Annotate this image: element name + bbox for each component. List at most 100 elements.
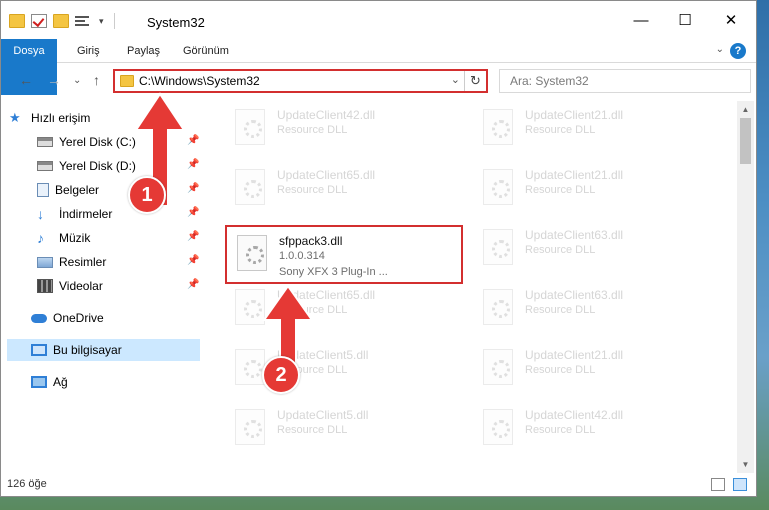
file-name: UpdateClient65.dll — [277, 168, 376, 182]
network-icon — [31, 376, 47, 388]
sidebar-item-label: Hızlı erişim — [31, 111, 91, 125]
search-box[interactable] — [499, 69, 751, 93]
folder-icon[interactable] — [9, 14, 25, 28]
folder-icon — [120, 75, 134, 87]
pin-icon[interactable]: 📌 — [187, 231, 199, 242]
status-bar: 126 öğe — [1, 473, 756, 497]
back-button[interactable]: ← — [19, 72, 33, 88]
recent-locations-button[interactable]: ⌄ — [73, 75, 81, 86]
computer-icon — [31, 344, 47, 356]
sidebar-item-label: OneDrive — [53, 311, 104, 325]
file-item-sfppack3[interactable]: sfppack3.dll 1.0.0.314 Sony XFX 3 Plug-I… — [225, 225, 463, 284]
sidebar-item-label: Yerel Disk (D:) — [59, 159, 136, 173]
tab-home[interactable]: Giriş — [67, 39, 110, 63]
file-type: Resource DLL — [277, 184, 348, 196]
sidebar-item-label: Videolar — [59, 279, 103, 293]
star-icon: ★ — [9, 110, 21, 125]
file-item[interactable]: UpdateClient21.dll Resource DLL — [473, 341, 713, 397]
help-icon[interactable]: ? — [730, 43, 746, 59]
dll-file-icon — [235, 109, 265, 145]
scroll-thumb[interactable] — [740, 118, 751, 164]
qat-divider — [113, 13, 115, 29]
sidebar-item-label: Belgeler — [55, 183, 100, 197]
window-title: System32 — [147, 15, 205, 30]
address-path[interactable]: C:\Windows\System32 — [139, 74, 260, 88]
sidebar-item-this-pc[interactable]: Bu bilgisayar — [7, 339, 200, 361]
sidebar-item-label: Müzik — [59, 231, 91, 245]
video-icon — [37, 279, 53, 293]
sidebar-item-pictures[interactable]: Resimler 📌 — [37, 251, 207, 273]
drive-icon — [37, 161, 53, 171]
file-type: Resource DLL — [525, 124, 596, 136]
file-item[interactable]: UpdateClient63.dll Resource DLL — [473, 221, 713, 277]
file-type: Resource DLL — [525, 304, 596, 316]
dll-file-icon — [235, 409, 265, 445]
file-name: UpdateClient21.dll — [525, 108, 624, 122]
music-icon: ♪ — [37, 230, 44, 246]
sidebar-item-onedrive[interactable]: OneDrive — [31, 307, 207, 329]
pin-icon[interactable]: 📌 — [187, 279, 199, 290]
scroll-up-icon[interactable]: ▲ — [737, 101, 754, 118]
maximize-button[interactable]: ☐ — [662, 1, 708, 39]
file-name: UpdateClient42.dll — [525, 408, 624, 422]
file-name: UpdateClient42.dll — [277, 108, 376, 122]
file-type: Resource DLL — [277, 424, 348, 436]
file-item[interactable]: UpdateClient5.dll Resource DLL — [225, 401, 465, 457]
customize-list-icon[interactable] — [75, 14, 93, 28]
sidebar-item-music[interactable]: ♪ Müzik 📌 — [37, 227, 207, 249]
new-folder-icon[interactable] — [53, 14, 69, 28]
file-item[interactable]: UpdateClient21.dll Resource DLL — [473, 101, 713, 157]
sidebar-item-label: Resimler — [59, 255, 107, 269]
annotation-badge-2: 2 — [262, 356, 300, 394]
up-button[interactable]: ↑ — [93, 72, 100, 88]
forward-button[interactable]: → — [47, 72, 61, 88]
large-icons-view-icon[interactable] — [733, 478, 747, 491]
file-name: UpdateClient21.dll — [525, 348, 624, 362]
dll-file-icon — [483, 409, 513, 445]
file-version: 1.0.0.314 — [279, 250, 325, 262]
sidebar-item-network[interactable]: Ağ — [31, 371, 207, 393]
file-name: UpdateClient5.dll — [277, 408, 369, 422]
properties-check-icon[interactable] — [31, 14, 47, 28]
file-type: Resource DLL — [277, 124, 348, 136]
file-name: UpdateClient63.dll — [525, 228, 624, 242]
qat-dropdown-icon[interactable]: ▾ — [99, 16, 104, 27]
refresh-button[interactable]: ↻ — [464, 71, 486, 91]
dll-file-icon — [235, 169, 265, 205]
address-row: ← → ⌄ ↑ C:\Windows\System32 ⌄ ↻ — [1, 64, 756, 98]
minimize-button[interactable]: — — [618, 1, 664, 39]
tab-share[interactable]: Paylaş — [117, 39, 170, 63]
file-name: sfppack3.dll — [279, 234, 343, 248]
details-view-icon[interactable] — [711, 478, 725, 491]
file-item[interactable]: UpdateClient42.dll Resource DLL — [473, 401, 713, 457]
ribbon-tabs: Dosya Giriş Paylaş Görünüm ⌄ ? — [1, 39, 756, 95]
tab-view[interactable]: Görünüm — [173, 39, 239, 63]
sidebar-item-videos[interactable]: Videolar 📌 — [37, 275, 207, 297]
scroll-down-icon[interactable]: ▼ — [737, 456, 754, 473]
sidebar-item-label: Bu bilgisayar — [53, 343, 122, 357]
file-type: Resource DLL — [525, 364, 596, 376]
file-type: Resource DLL — [525, 424, 596, 436]
sidebar-item-label: Ağ — [53, 375, 68, 389]
drive-icon — [37, 137, 53, 147]
close-button[interactable]: ✕ — [708, 1, 754, 39]
dll-file-icon — [483, 109, 513, 145]
file-name: UpdateClient21.dll — [525, 168, 624, 182]
search-input[interactable] — [500, 70, 750, 92]
file-item[interactable]: UpdateClient65.dll Resource DLL — [225, 161, 465, 217]
title-bar: ▾ System32 — ☐ ✕ — [1, 1, 756, 39]
dll-file-icon — [483, 349, 513, 385]
file-description: Sony XFX 3 Plug-In ... — [279, 266, 388, 278]
address-dropdown-icon[interactable]: ⌄ — [451, 73, 460, 86]
ribbon-expand-icon[interactable]: ⌄ — [716, 44, 724, 55]
file-item[interactable]: UpdateClient42.dll Resource DLL — [225, 101, 465, 157]
documents-icon — [37, 183, 49, 197]
pin-icon[interactable]: 📌 — [187, 255, 199, 266]
cloud-icon — [31, 313, 47, 323]
dll-file-icon — [237, 235, 267, 271]
vertical-scrollbar[interactable]: ▲ ▼ — [737, 101, 754, 473]
file-item[interactable]: UpdateClient63.dll Resource DLL — [473, 281, 713, 337]
file-type: Resource DLL — [525, 184, 596, 196]
explorer-window: ▾ System32 — ☐ ✕ Dosya Giriş Paylaş Görü… — [0, 0, 757, 497]
file-item[interactable]: UpdateClient21.dll Resource DLL — [473, 161, 713, 217]
